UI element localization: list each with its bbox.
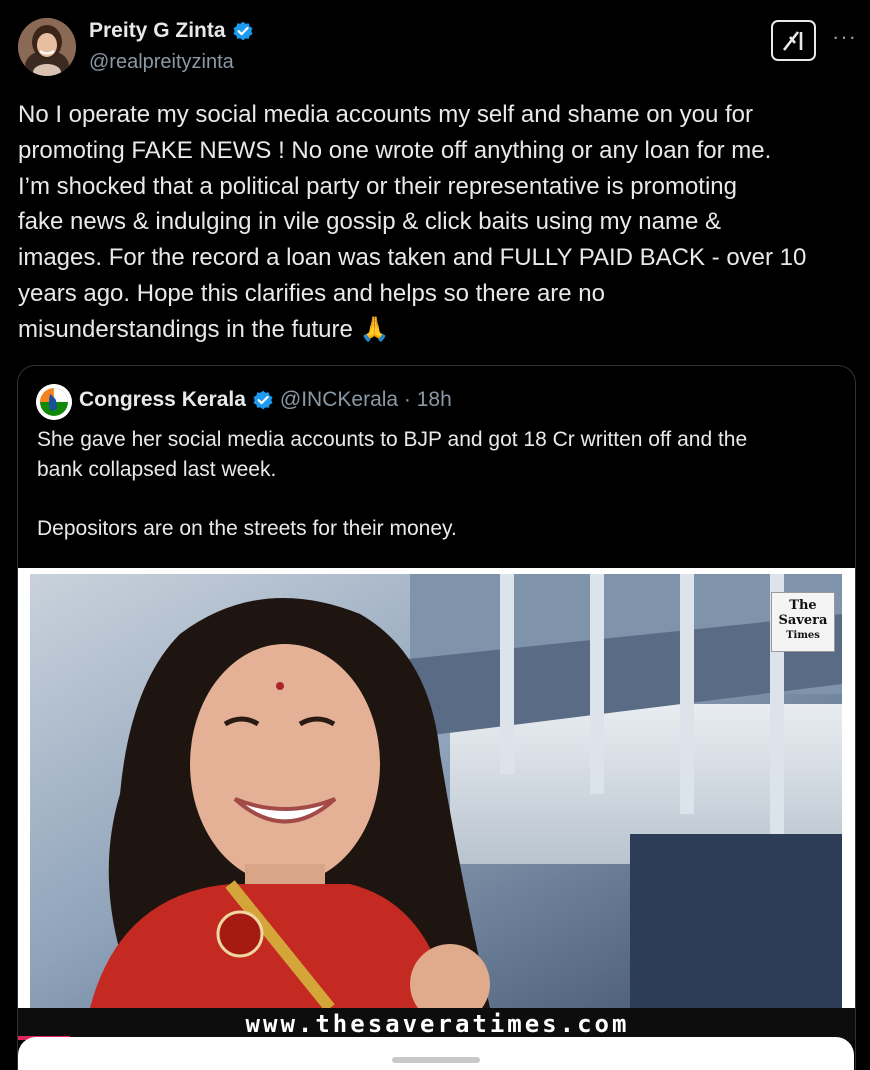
grok-icon [782, 30, 802, 51]
more-options-button[interactable]: ··· [832, 26, 857, 48]
media-photo: The Savera Times [30, 574, 842, 1008]
tweet-text: No I operate my social media accounts my… [18, 101, 807, 343]
sheet-drag-handle[interactable] [392, 1057, 480, 1063]
author-handle[interactable]: @realpreityzinta [89, 51, 234, 74]
watermark-line3: Times [786, 630, 820, 641]
author-name-text[interactable]: Preity G Zinta [89, 19, 226, 43]
quoted-handle-time: @INCKerala · 18h [279, 388, 452, 411]
watermark-line1: The [789, 598, 817, 613]
photo-woman-smiling [30, 574, 842, 1008]
watermark-logo: The Savera Times [771, 592, 835, 652]
grok-button[interactable] [771, 20, 816, 61]
watermark-line2: Savera [778, 613, 828, 628]
media-url-band: www.thesaveratimes.com [18, 1008, 855, 1040]
tweet-post: Preity G Zinta @realpreityzinta ··· No I… [0, 0, 870, 1070]
quoted-author-name[interactable]: Congress Kerala [79, 388, 246, 412]
quoted-author-avatar[interactable] [36, 384, 72, 420]
quoted-header: Congress Kerala @INCKerala · 18h [79, 388, 452, 412]
verified-badge-icon [233, 21, 253, 41]
quoted-verified-badge-icon [253, 390, 273, 410]
quoted-media[interactable]: The Savera Times www.thesaveratimes.com [18, 568, 855, 1040]
bottom-sheet[interactable] [18, 1037, 854, 1070]
author-name[interactable]: Preity G Zinta [89, 19, 254, 43]
quoted-tweet-card[interactable]: Congress Kerala @INCKerala · 18h She gav… [17, 365, 856, 1070]
author-avatar[interactable] [18, 18, 76, 76]
quoted-tweet-text: She gave her social media accounts to BJ… [37, 428, 748, 540]
